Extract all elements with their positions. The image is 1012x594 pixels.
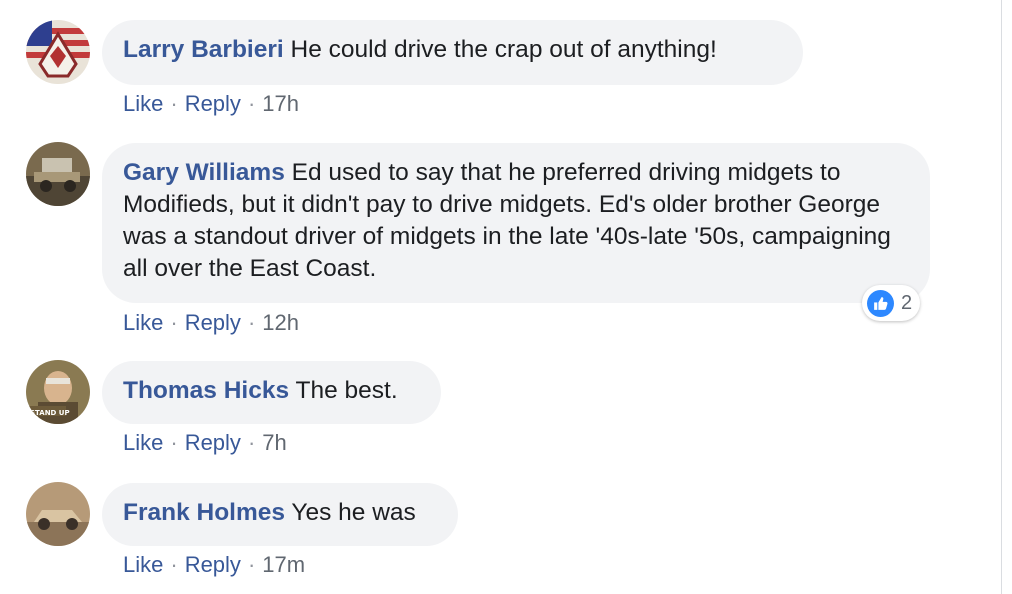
comment-bubble: Gary Williams Ed used to say that he pre… <box>102 143 930 303</box>
like-link[interactable]: Like <box>123 91 163 116</box>
timestamp[interactable]: 17m <box>262 552 305 577</box>
avatar[interactable] <box>26 20 90 84</box>
avatar[interactable] <box>26 482 90 546</box>
reply-link[interactable]: Reply <box>185 310 241 335</box>
timestamp[interactable]: 17h <box>262 91 299 116</box>
separator: · <box>170 310 178 335</box>
like-thumb-icon <box>867 289 894 317</box>
timestamp[interactable]: 12h <box>262 310 299 335</box>
author-name[interactable]: Frank Holmes <box>123 499 285 526</box>
comment-bubble: Thomas Hicks The best. <box>102 361 441 424</box>
comment-text: Yes he was <box>291 499 416 526</box>
author-name[interactable]: Larry Barbieri <box>123 36 284 63</box>
comment-actions: Like · Reply · 17h <box>123 91 299 117</box>
reaction-badge[interactable]: 2 <box>862 285 921 321</box>
separator: · <box>170 430 178 455</box>
separator: · <box>170 552 178 577</box>
timestamp[interactable]: 7h <box>262 430 286 455</box>
comment-actions: Like · Reply · 7h <box>123 430 287 456</box>
separator: · <box>247 430 256 455</box>
reply-link[interactable]: Reply <box>185 430 241 455</box>
comment-actions: Like · Reply · 12h <box>123 310 299 336</box>
separator: · <box>247 552 256 577</box>
comment-bubble: Larry Barbieri He could drive the crap o… <box>102 20 803 85</box>
avatar-text: STAND UP <box>30 409 70 417</box>
comment-text: He could drive the crap out of anything! <box>290 36 717 63</box>
like-link[interactable]: Like <box>123 552 163 577</box>
reaction-count: 2 <box>901 291 913 314</box>
reply-link[interactable]: Reply <box>185 552 241 577</box>
scrollbar-track[interactable] <box>1001 0 1012 594</box>
avatar[interactable] <box>26 142 90 206</box>
separator: · <box>247 310 256 335</box>
separator: · <box>247 91 256 116</box>
like-link[interactable]: Like <box>123 430 163 455</box>
author-name[interactable]: Thomas Hicks <box>123 377 289 404</box>
avatar[interactable]: STAND UP <box>26 360 90 424</box>
author-name[interactable]: Gary Williams <box>123 159 285 186</box>
like-link[interactable]: Like <box>123 310 163 335</box>
comment-bubble: Frank Holmes Yes he was <box>102 483 458 546</box>
comment-text: The best. <box>295 377 398 404</box>
separator: · <box>170 91 178 116</box>
comment-actions: Like · Reply · 17m <box>123 552 305 578</box>
reply-link[interactable]: Reply <box>185 91 241 116</box>
